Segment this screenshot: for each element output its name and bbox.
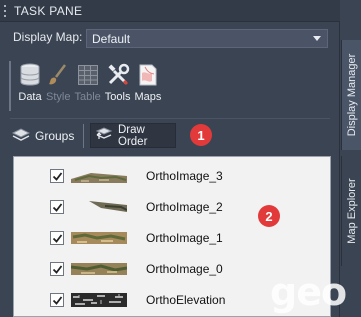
tool-data-button[interactable]: Data	[18, 62, 42, 103]
tool-data-label: Data	[18, 91, 42, 103]
checkbox[interactable]	[50, 231, 64, 245]
grip-icon[interactable]	[4, 4, 9, 17]
toolbar: Data Style Table Tools Maps	[18, 62, 165, 108]
layer-thumbnail	[71, 198, 128, 215]
layer-label: OrthoImage_0	[146, 262, 223, 276]
tool-tools-button[interactable]: Tools	[104, 62, 131, 103]
task-pane-title: TASK PANE	[14, 3, 83, 18]
layer-thumbnail	[71, 167, 127, 184]
table-icon	[76, 62, 100, 88]
toolbar-grip	[9, 61, 11, 111]
layer-thumbnail	[71, 229, 127, 246]
callout-badge-2: 2	[258, 205, 280, 227]
layer-thumbnail	[71, 291, 127, 308]
groups-icon	[11, 127, 31, 146]
display-map-label: Display Map:	[13, 30, 83, 44]
tab-display-manager-label: Display Manager	[345, 53, 358, 137]
divider	[83, 124, 84, 148]
layer-label: OrthoImage_3	[146, 169, 223, 183]
tab-map-explorer-label: Map Explorer	[345, 178, 358, 244]
tab-display-manager[interactable]: Display Manager	[341, 40, 361, 150]
checkbox[interactable]	[50, 262, 64, 276]
display-map-value: Default	[92, 31, 131, 46]
groups-button[interactable]: Groups	[11, 126, 75, 146]
tool-table-button[interactable]: Table	[74, 62, 101, 103]
draw-order-label: Draw Order	[118, 123, 148, 148]
chevron-down-icon	[313, 36, 321, 41]
task-pane-titlebar[interactable]: TASK PANE	[0, 0, 340, 22]
layer-label: OrthoElevation	[146, 293, 226, 307]
checkbox[interactable]	[50, 169, 64, 183]
tool-maps-button[interactable]: Maps	[134, 62, 161, 103]
draw-order-icon	[95, 125, 113, 146]
groups-label: Groups	[35, 129, 75, 143]
tool-table-label: Table	[74, 91, 101, 103]
tools-icon	[106, 62, 130, 88]
display-map-select[interactable]: Default	[86, 29, 328, 48]
layer-label: OrthoImage_2	[146, 200, 223, 214]
layer-thumbnail	[70, 260, 128, 277]
checkbox[interactable]	[50, 293, 64, 307]
tool-maps-label: Maps	[134, 91, 162, 103]
tool-style-button[interactable]: Style	[46, 62, 70, 103]
watermark-logo: geo	[270, 270, 347, 314]
display-map-row: Display Map:	[13, 30, 86, 44]
tool-style-label: Style	[46, 91, 71, 103]
paintbrush-icon	[46, 62, 70, 88]
maps-icon	[136, 62, 160, 88]
list-item[interactable]: OrthoImage_3	[14, 162, 330, 192]
divider	[10, 118, 330, 119]
list-item[interactable]: OrthoImage_2	[14, 193, 330, 223]
list-item[interactable]: OrthoImage_1	[14, 224, 330, 254]
draw-order-button[interactable]: Draw Order	[90, 123, 176, 148]
tool-tools-label: Tools	[104, 91, 131, 103]
callout-badge-1: 1	[190, 124, 212, 146]
checkbox[interactable]	[50, 200, 64, 214]
database-icon	[18, 62, 42, 88]
tab-map-explorer[interactable]: Map Explorer	[341, 156, 361, 266]
layer-label: OrthoImage_1	[146, 231, 223, 245]
